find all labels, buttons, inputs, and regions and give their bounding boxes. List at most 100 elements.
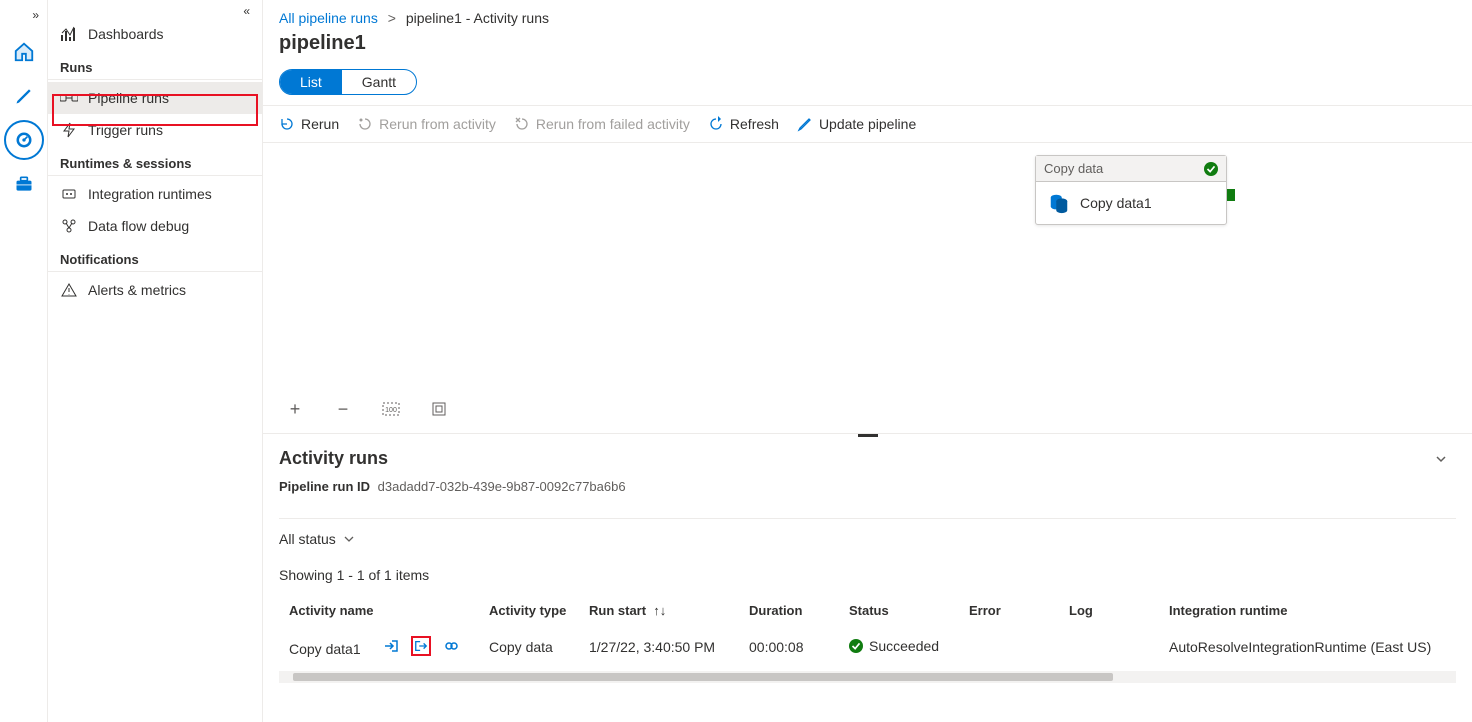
page-title: pipeline1 [263,30,1472,69]
cell-duration: 00:00:08 [739,626,839,667]
cell-run-start: 1/27/22, 3:40:50 PM [579,626,739,667]
output-icon[interactable] [411,636,431,656]
monitor-sidebar: « Dashboards Runs Pipeline runs Trigger … [48,0,263,722]
cell-status: Succeeded [869,638,939,654]
input-icon[interactable] [381,636,401,656]
node-name: Copy data1 [1080,195,1152,211]
activity-runs-table: Activity name Activity type Run start ↑↓… [279,595,1456,667]
node-type-label: Copy data [1044,161,1103,176]
sidebar-item-label: Alerts & metrics [88,282,186,298]
col-activity-type[interactable]: Activity type [479,595,579,626]
col-log[interactable]: Log [1059,595,1159,626]
sidebar-item-label: Pipeline runs [88,90,169,106]
scrollbar-thumb[interactable] [293,673,1113,681]
sidebar-section-runtimes: Runtimes & sessions [48,146,262,176]
rerun-activity-icon [357,116,373,132]
rail-manage[interactable] [4,164,44,204]
col-integration-runtime[interactable]: Integration runtime [1159,595,1456,626]
update-pipeline-button[interactable]: Update pipeline [797,112,916,136]
action-toolbar: Rerun Rerun from activity Rerun from fai… [263,105,1472,143]
dashboards-icon [60,25,78,43]
zoom-fit-icon[interactable]: 100 [379,397,403,421]
sidebar-item-dataflow-debug[interactable]: Data flow debug [48,210,262,242]
pipeline-run-id-label: Pipeline run ID [279,479,370,494]
alerts-icon [60,281,78,299]
refresh-icon [708,116,724,132]
zoom-in-icon[interactable]: + [283,397,307,421]
success-icon [849,639,863,653]
chevron-down-icon [344,534,354,544]
sidebar-item-label: Dashboards [88,26,164,42]
sort-icon: ↑↓ [653,603,666,618]
rerun-from-activity-button: Rerun from activity [357,112,496,136]
rerun-failed-icon [514,116,530,132]
rail-home[interactable] [4,32,44,72]
rerun-icon [279,116,295,132]
nav-rail: » [0,0,48,722]
activity-node-copy-data[interactable]: Copy data Copy data1 [1035,155,1227,225]
sidebar-section-runs: Runs [48,50,262,80]
sidebar-item-alerts-metrics[interactable]: Alerts & metrics [48,274,262,306]
main-content: All pipeline runs > pipeline1 - Activity… [263,0,1472,722]
col-run-start[interactable]: Run start ↑↓ [579,595,739,626]
activity-runs-section: Activity runs Pipeline run ID d3adadd7-0… [263,434,1472,683]
rail-expand-toggle[interactable]: » [0,8,47,28]
sidebar-item-label: Data flow debug [88,218,189,234]
pipeline-run-id-value: d3adadd7-032b-439e-9b87-0092c77ba6b6 [378,479,626,494]
rail-author[interactable] [4,76,44,116]
col-activity-name[interactable]: Activity name [279,595,479,626]
sidebar-item-trigger-runs[interactable]: Trigger runs [48,114,262,146]
horizontal-scrollbar[interactable] [279,671,1456,683]
fullscreen-icon[interactable] [427,397,451,421]
home-icon [13,41,35,63]
pane-resize-handle[interactable] [858,434,878,437]
col-status[interactable]: Status [839,595,959,626]
view-list[interactable]: List [280,70,342,94]
activity-runs-heading: Activity runs [279,448,388,469]
showing-count: Showing 1 - 1 of 1 items [279,567,1456,583]
sidebar-section-notifications: Notifications [48,242,262,272]
svg-text:100: 100 [385,407,397,414]
pipeline-runs-icon [60,89,78,107]
toolbox-icon [14,174,34,194]
view-gantt[interactable]: Gantt [342,70,416,94]
status-filter-dropdown[interactable]: All status [279,527,354,551]
sidebar-item-dashboards[interactable]: Dashboards [48,18,262,50]
cell-activity-name: Copy data1 [289,641,361,657]
table-row[interactable]: Copy data1 [279,626,1456,667]
edit-icon [797,116,813,132]
breadcrumb-root[interactable]: All pipeline runs [279,10,378,26]
breadcrumb: All pipeline runs > pipeline1 - Activity… [263,0,1472,30]
col-duration[interactable]: Duration [739,595,839,626]
database-icon [1048,192,1070,214]
col-error[interactable]: Error [959,595,1059,626]
details-icon[interactable] [441,636,461,656]
cell-integration-runtime: AutoResolveIntegrationRuntime (East US) [1159,626,1456,667]
canvas-tools: + − 100 [275,391,459,427]
success-icon [1204,162,1218,176]
sidebar-item-pipeline-runs[interactable]: Pipeline runs [48,82,262,114]
rail-monitor[interactable] [4,120,44,160]
cell-error [959,626,1059,667]
sidebar-item-label: Trigger runs [88,122,163,138]
sidebar-item-integration-runtimes[interactable]: Integration runtimes [48,178,262,210]
sidebar-collapse-toggle[interactable]: « [48,0,262,18]
trigger-runs-icon [60,121,78,139]
cell-activity-type: Copy data [479,626,579,667]
sidebar-item-label: Integration runtimes [88,186,212,202]
dataflow-debug-icon [60,217,78,235]
zoom-out-icon[interactable]: − [331,397,355,421]
collapse-section-icon[interactable] [1434,452,1456,466]
rerun-button[interactable]: Rerun [279,112,339,136]
integration-runtimes-icon [60,185,78,203]
cell-log [1059,626,1159,667]
gauge-icon [14,130,34,150]
pencil-icon [14,86,34,106]
breadcrumb-sep: > [388,10,396,26]
pipeline-canvas[interactable]: Copy data Copy data1 + − 100 [263,143,1472,433]
refresh-button[interactable]: Refresh [708,112,779,136]
node-output-port[interactable] [1227,189,1235,201]
rerun-from-failed-button: Rerun from failed activity [514,112,690,136]
view-toggle: List Gantt [279,69,417,95]
breadcrumb-current: pipeline1 - Activity runs [406,10,549,26]
